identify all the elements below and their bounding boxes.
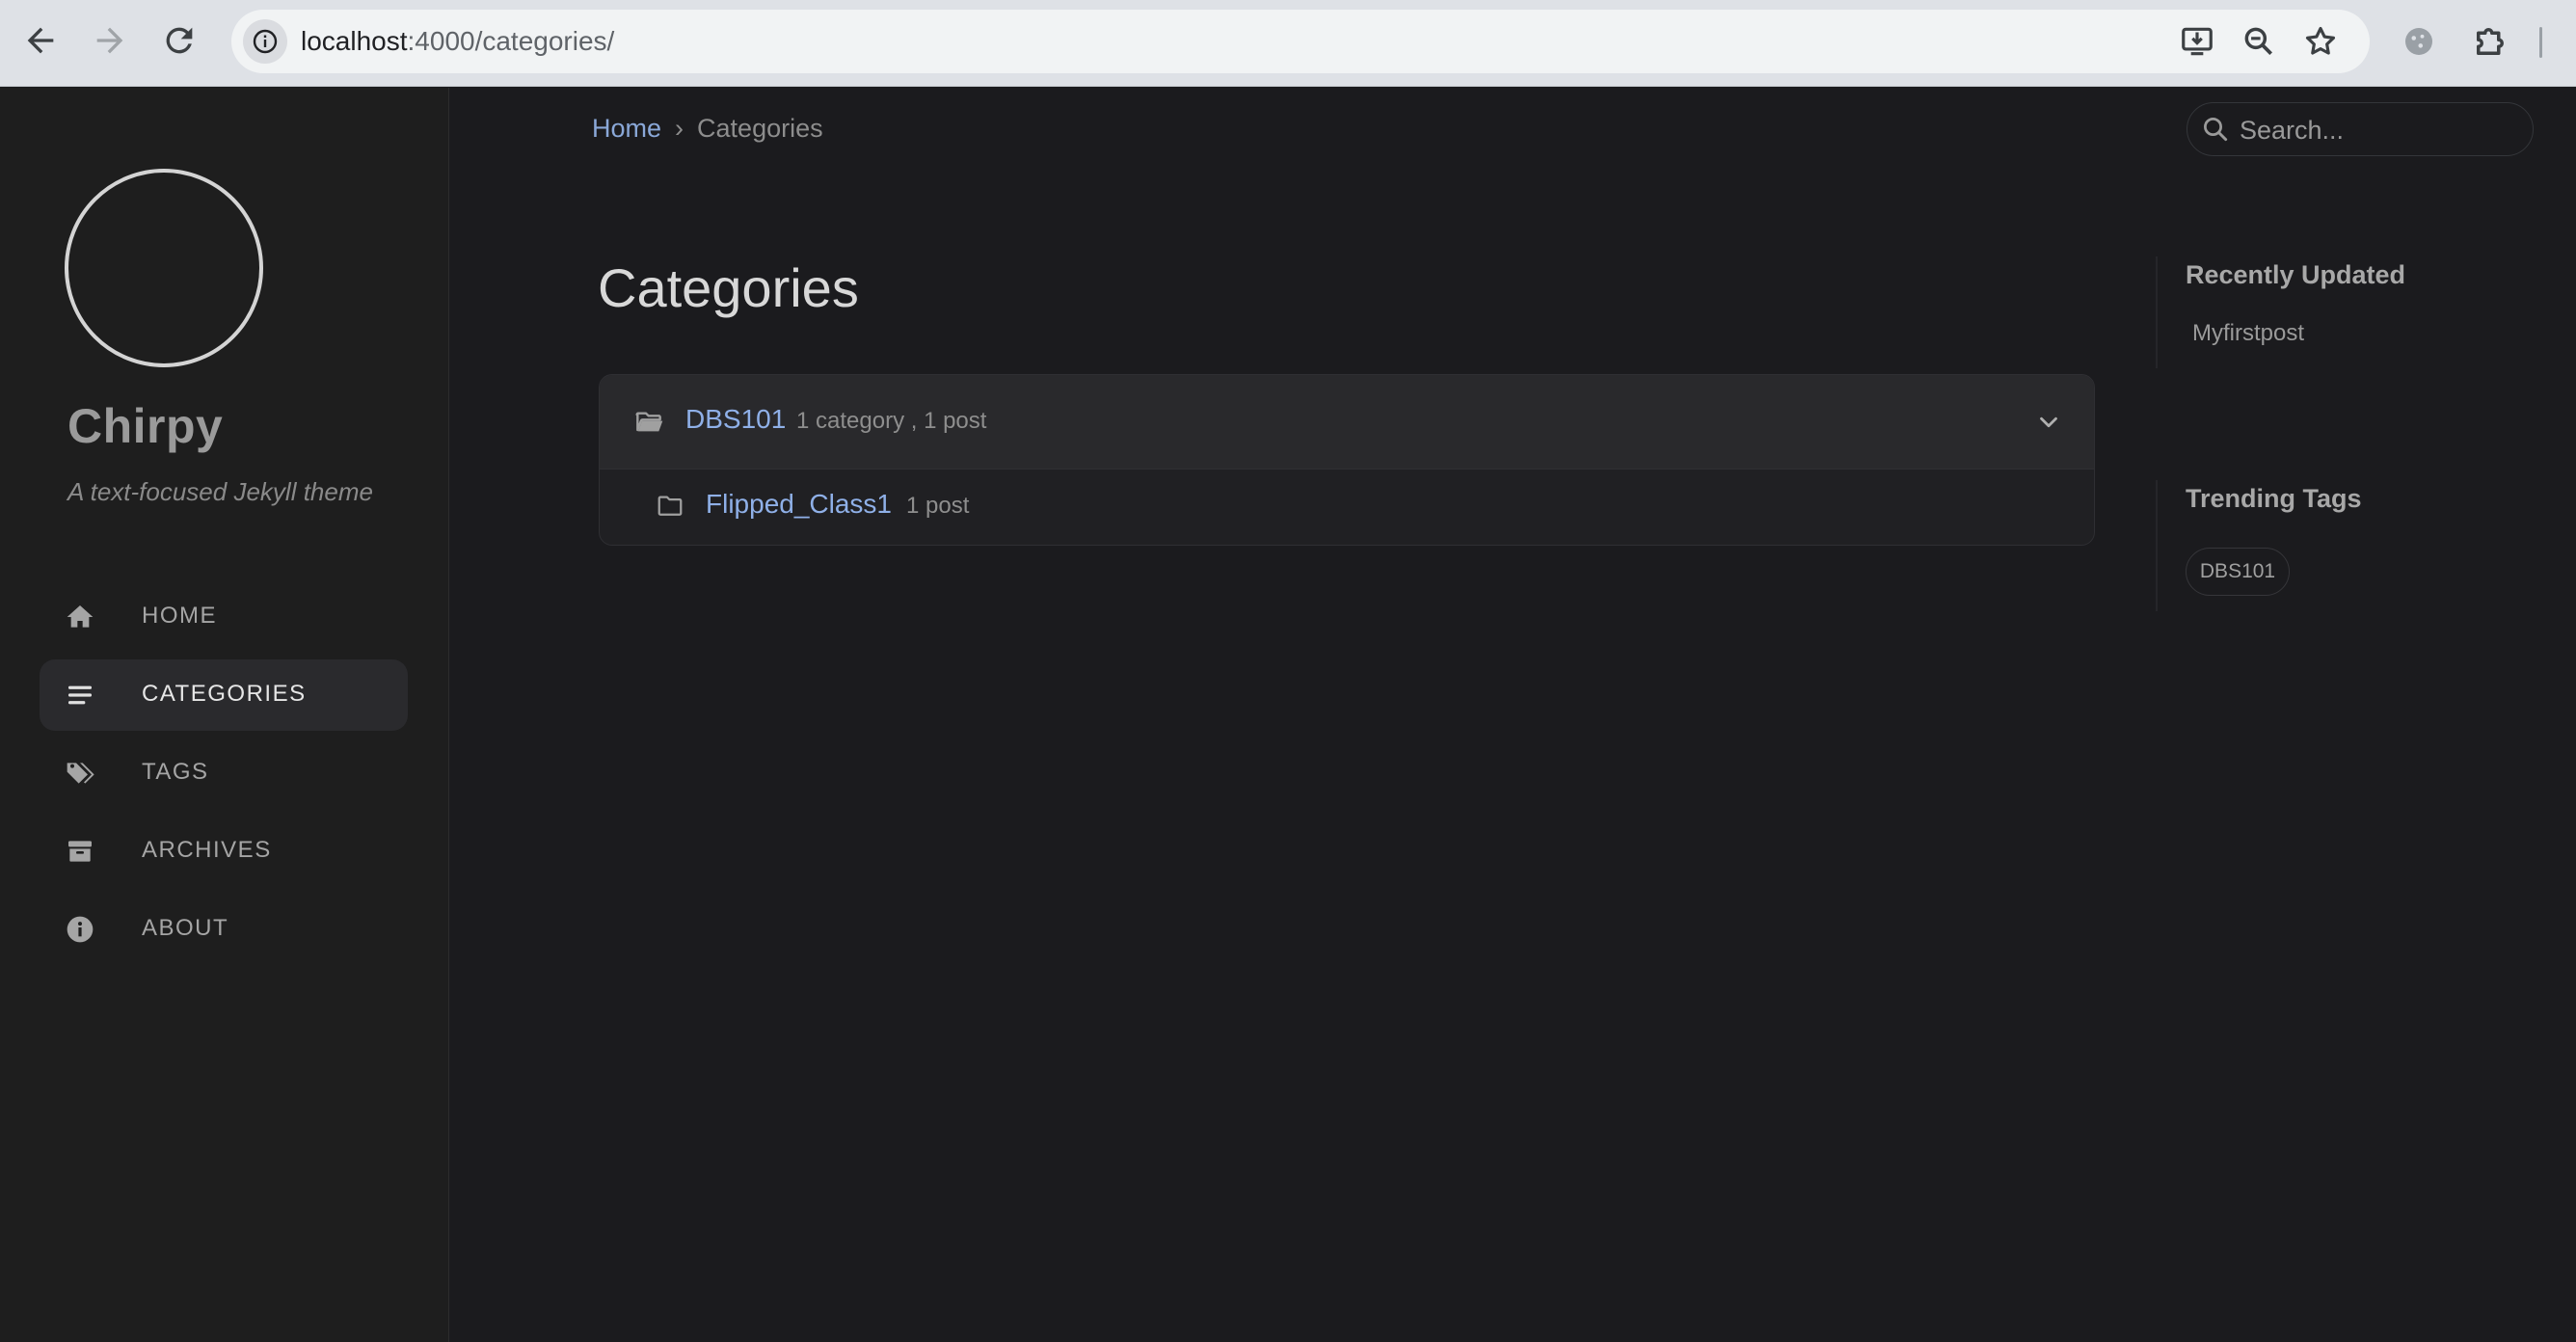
install-icon [2182,27,2213,56]
zoom-icon [2244,27,2273,56]
reload-icon [166,27,193,54]
panel-divider [2156,480,2158,611]
avatar[interactable] [65,169,263,367]
category-meta: 1 category , 1 post [796,408,987,434]
site-title[interactable]: Chirpy [67,398,223,454]
recently-updated-heading: Recently Updated [2186,260,2406,289]
zoom-button[interactable] [2241,23,2277,60]
recently-updated-item[interactable]: Myfirstpost [2192,320,2304,347]
breadcrumb-current: Categories [697,114,823,143]
sidebar-item-label: ABOUT [142,915,229,941]
extensions-button[interactable] [2470,21,2510,62]
forward-button[interactable] [91,21,129,60]
cookie-icon [2405,28,2432,55]
search-box[interactable] [2187,102,2534,156]
info-icon [65,914,95,945]
back-button[interactable] [21,21,60,60]
archive-icon [65,836,95,867]
site-subtitle: A text-focused Jekyll theme [67,477,373,506]
sidebar-item-label: ARCHIVES [142,837,272,863]
category-card-header[interactable]: DBS101 1 category , 1 post [600,375,2094,470]
puzzle-icon [2477,28,2504,55]
panel-divider [2156,256,2158,368]
subcategory-name-link[interactable]: Flipped_Class1 [706,489,892,520]
sidebar-item-about[interactable]: ABOUT [40,894,408,965]
arrow-right-icon [96,27,123,54]
sidebar-item-label: TAGS [142,759,209,785]
list-icon [65,680,95,711]
trending-tags-heading: Trending Tags [2186,484,2362,513]
subcategory-meta: 1 post [906,493,970,519]
browser-toolbar: localhost:4000/categories/ [0,0,2576,87]
site-info-button[interactable] [243,19,287,64]
url-text[interactable]: localhost:4000/categories/ [301,26,614,57]
folder-icon [656,492,684,521]
category-card: DBS101 1 category , 1 post Flipped_Class… [599,374,2095,546]
sidebar-item-home[interactable]: HOME [40,581,408,653]
chevron-down-icon[interactable] [2034,408,2063,437]
search-icon [2201,115,2230,144]
breadcrumb-home-link[interactable]: Home [592,114,661,143]
home-icon [65,602,95,632]
bookmark-button[interactable] [2302,23,2339,60]
star-icon [2305,26,2336,55]
sidebar-item-label: CATEGORIES [142,681,307,707]
address-bar[interactable]: localhost:4000/categories/ [231,10,2370,73]
url-host: localhost [301,26,408,56]
sidebar: Chirpy A text-focused Jekyll theme HOME … [0,88,449,1342]
profile-extension-button[interactable] [2399,21,2439,62]
toolbar-divider [2539,27,2542,58]
arrow-left-icon [27,27,54,54]
tag-pill[interactable]: DBS101 [2186,548,2290,596]
sidebar-item-categories[interactable]: CATEGORIES [40,659,408,731]
breadcrumb-separator: › [675,114,684,143]
url-path: :4000/categories/ [407,26,615,56]
search-input[interactable] [2238,111,2521,149]
sidebar-item-tags[interactable]: TAGS [40,738,408,809]
info-icon [253,29,278,54]
reload-button[interactable] [160,21,199,60]
folder-open-icon [634,407,665,438]
sidebar-item-label: HOME [142,603,217,629]
install-app-button[interactable] [2179,23,2215,60]
breadcrumb: Home › Categories [592,114,823,144]
sidebar-item-archives[interactable]: ARCHIVES [40,816,408,887]
tags-icon [65,758,95,789]
page-title: Categories [598,257,859,318]
category-name-link[interactable]: DBS101 [685,404,786,435]
